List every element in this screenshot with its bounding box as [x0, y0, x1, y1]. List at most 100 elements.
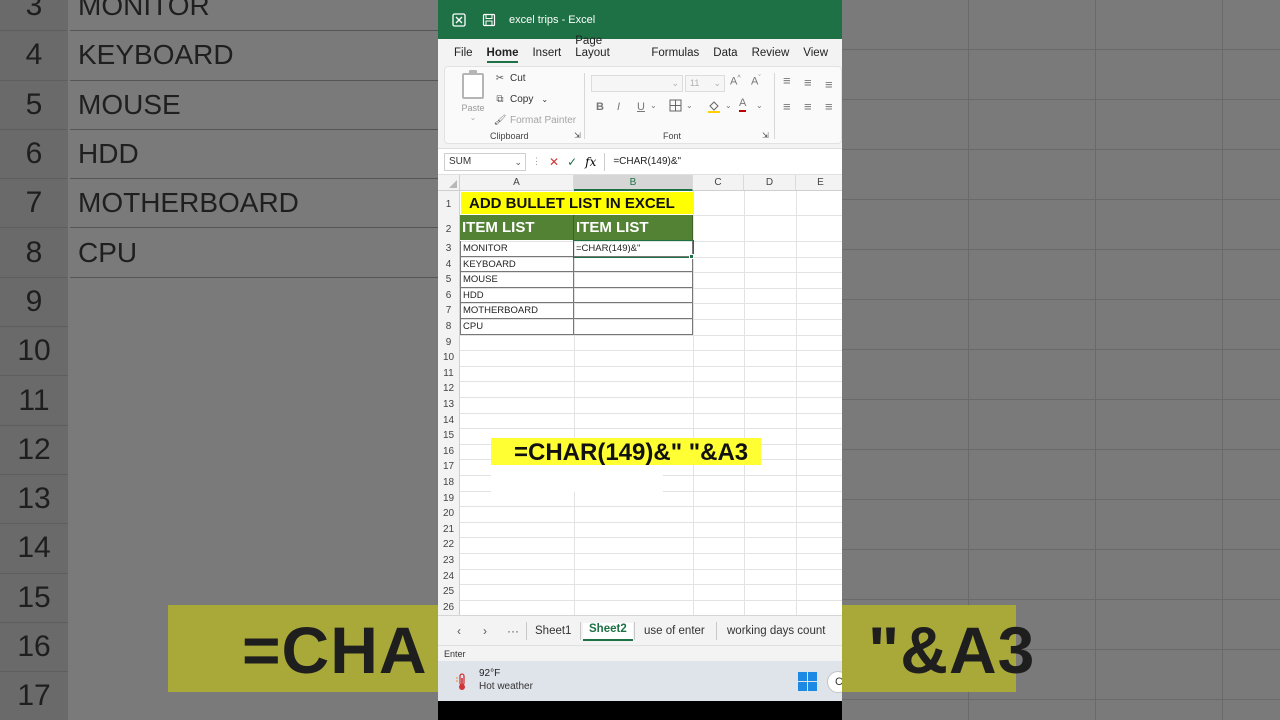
row-header-17[interactable]: 17: [438, 459, 460, 475]
column-header-b[interactable]: B: [574, 175, 693, 191]
paste-button[interactable]: Paste ⌄: [459, 70, 487, 122]
search-icon[interactable]: C: [827, 671, 842, 693]
item-cell-a6[interactable]: HDD: [460, 287, 574, 304]
dialog-launcher-icon[interactable]: ⇲: [574, 131, 581, 140]
active-cell-b3[interactable]: =CHAR(149)&": [573, 240, 694, 258]
row-header-8[interactable]: 8: [438, 319, 460, 335]
menu-data[interactable]: Data: [713, 47, 737, 63]
tab-sheet1[interactable]: Sheet1: [535, 625, 571, 637]
item-cell-a3[interactable]: MONITOR: [460, 241, 574, 257]
align-middle-icon[interactable]: ≡: [804, 75, 812, 90]
cancel-icon[interactable]: ✕: [549, 155, 559, 169]
row-header-20[interactable]: 20: [438, 506, 460, 522]
align-top-icon[interactable]: ≡: [783, 73, 791, 88]
tab-prev-button[interactable]: ‹: [457, 624, 461, 638]
row-header-26[interactable]: 26: [438, 599, 460, 615]
menu-insert[interactable]: Insert: [532, 47, 561, 63]
chevron-down-icon[interactable]: ⌄: [725, 101, 732, 110]
thermometer-icon[interactable]: [455, 673, 469, 691]
enter-check-icon[interactable]: ✓: [567, 155, 577, 169]
row-header-22[interactable]: 22: [438, 537, 460, 553]
row-header-21[interactable]: 21: [438, 521, 460, 538]
column-header-a[interactable]: A: [460, 175, 574, 191]
header-cell-a[interactable]: ITEM LIST: [460, 215, 574, 240]
fill-handle[interactable]: [689, 254, 694, 259]
item-cell-a4[interactable]: KEYBOARD: [460, 256, 574, 273]
cell-b7[interactable]: [574, 303, 693, 319]
row-header-25[interactable]: 25: [438, 584, 460, 600]
tab-working-days-count[interactable]: working days count: [727, 625, 825, 637]
align-left-icon[interactable]: ≡: [783, 99, 791, 114]
align-right-icon[interactable]: ≡: [825, 99, 833, 114]
font-name-dropdown[interactable]: ⌄: [591, 75, 683, 92]
windows-start-icon[interactable]: [798, 672, 817, 691]
chevron-down-icon[interactable]: ⌄: [756, 101, 763, 110]
row-header-7[interactable]: 7: [438, 303, 460, 319]
cell-b8[interactable]: [574, 319, 693, 335]
row-header-24[interactable]: 24: [438, 568, 460, 585]
chevron-down-icon[interactable]: ⌄: [686, 101, 693, 110]
row-header-12[interactable]: 12: [438, 381, 460, 397]
bold-button[interactable]: B: [596, 101, 604, 113]
align-bottom-icon[interactable]: ≡: [825, 77, 833, 92]
column-header-e[interactable]: E: [796, 175, 842, 191]
tab-use-of-enter[interactable]: use of enter: [644, 625, 705, 637]
cell-b5[interactable]: [574, 272, 693, 288]
save-icon[interactable]: [481, 12, 497, 28]
item-cell-a7[interactable]: MOTHERBOARD: [460, 303, 574, 319]
menu-view[interactable]: View: [803, 47, 828, 63]
dialog-launcher-icon[interactable]: ⇲: [762, 131, 769, 140]
row-header-14[interactable]: 14: [438, 412, 460, 429]
select-all-corner[interactable]: [438, 175, 460, 191]
align-center-icon[interactable]: ≡: [804, 99, 812, 114]
grow-font-button[interactable]: A^: [730, 75, 741, 88]
row-header-2[interactable]: 2: [438, 215, 460, 241]
chevron-down-icon[interactable]: ⌄: [650, 101, 657, 110]
format-painter-button[interactable]: 🖌 Format Painter: [493, 115, 577, 126]
row-header-15[interactable]: 15: [438, 428, 460, 444]
copy-button[interactable]: ⧉ Copy ⌄: [493, 94, 548, 105]
item-cell-a5[interactable]: MOUSE: [460, 272, 574, 288]
menu-review[interactable]: Review: [752, 47, 790, 63]
column-header-d[interactable]: D: [744, 175, 796, 191]
tab-sheet2[interactable]: Sheet2: [583, 623, 633, 641]
fill-color-icon[interactable]: [707, 99, 721, 116]
header-cell-b[interactable]: ITEM LIST: [574, 215, 693, 240]
row-header-19[interactable]: 19: [438, 490, 460, 507]
cell-b4[interactable]: [574, 256, 693, 273]
cut-button[interactable]: ✂ Cut: [493, 73, 526, 84]
menu-home[interactable]: Home: [486, 47, 518, 63]
row-header-5[interactable]: 5: [438, 272, 460, 288]
column-header-c[interactable]: C: [693, 175, 744, 191]
title-cell[interactable]: ADD BULLET LIST IN EXCEL: [461, 192, 693, 214]
bg-rownum: 3: [0, 0, 68, 32]
menu-formulas[interactable]: Formulas: [651, 47, 699, 63]
row-header-1[interactable]: 1: [438, 191, 460, 215]
row-header-9[interactable]: 9: [438, 334, 460, 351]
tab-more-button[interactable]: ···: [507, 624, 519, 638]
row-header-18[interactable]: 18: [438, 475, 460, 491]
menu-page-layout[interactable]: Page Layout: [575, 35, 637, 63]
italic-button[interactable]: I: [617, 101, 620, 113]
row-header-13[interactable]: 13: [438, 397, 460, 413]
row-header-11[interactable]: 11: [438, 365, 460, 382]
font-color-icon[interactable]: A: [739, 97, 747, 112]
more-options-icon[interactable]: ⋮: [532, 156, 541, 167]
row-header-10[interactable]: 10: [438, 350, 460, 366]
item-cell-a8[interactable]: CPU: [460, 319, 574, 335]
row-header-3[interactable]: 3: [438, 241, 460, 257]
formula-input[interactable]: =CHAR(149)&": [604, 152, 842, 171]
shrink-font-button[interactable]: Aˇ: [751, 75, 761, 88]
menu-file[interactable]: File: [454, 47, 473, 63]
insert-function-icon[interactable]: fx: [585, 155, 596, 169]
tab-next-button[interactable]: ›: [483, 624, 487, 638]
underline-button[interactable]: U: [637, 101, 645, 113]
row-header-23[interactable]: 23: [438, 553, 460, 569]
borders-icon[interactable]: [669, 99, 682, 115]
row-header-6[interactable]: 6: [438, 287, 460, 304]
row-header-4[interactable]: 4: [438, 256, 460, 273]
name-box[interactable]: SUM ⌄: [444, 152, 526, 171]
row-header-16[interactable]: 16: [438, 443, 460, 460]
cell-b6[interactable]: [574, 287, 693, 304]
font-size-dropdown[interactable]: 11 ⌄: [685, 75, 725, 92]
